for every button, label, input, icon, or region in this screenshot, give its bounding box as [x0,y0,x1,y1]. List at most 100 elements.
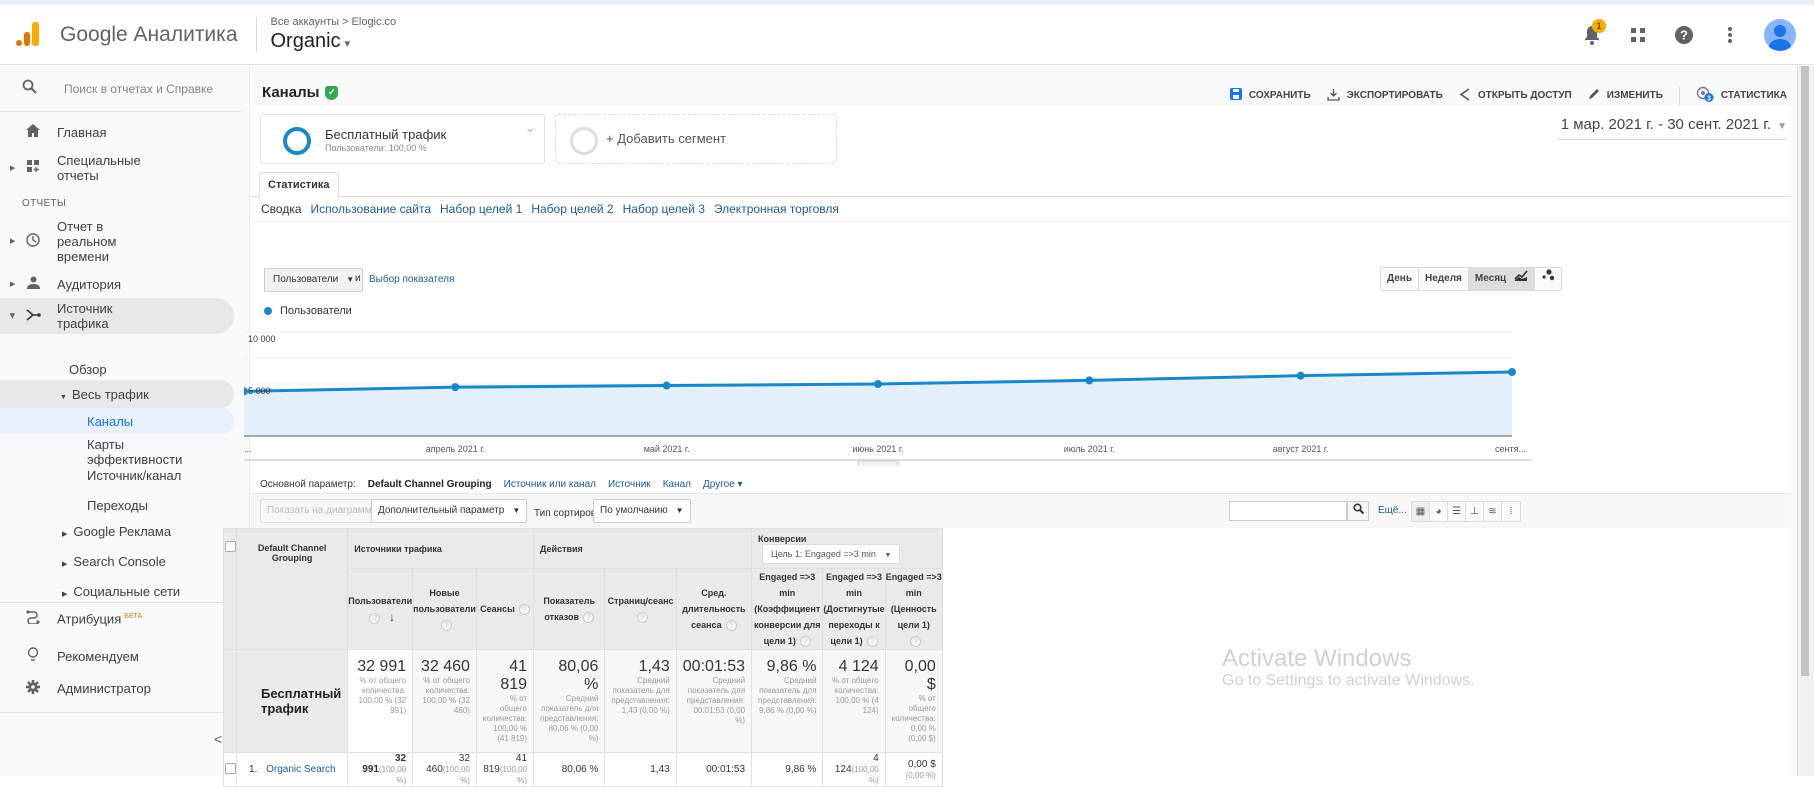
sidebar-item-audience[interactable]: ▶ Аудитория [0,274,240,294]
insights-button[interactable]: 3 СТАТИСТИКА [1696,86,1787,105]
advanced-filter-link[interactable]: Ещё... [1378,505,1407,516]
tab-statistics[interactable]: Статистика [259,172,339,198]
save-button[interactable]: СОХРАНИТЬ [1229,88,1311,103]
term-cloud-icon[interactable]: ≋ [1484,502,1502,521]
scrollbar-thumb[interactable] [1801,66,1809,676]
sidebar-item-attribution[interactable]: Атрибуция БЕТА [0,608,240,628]
motion-chart-icon[interactable] [1535,268,1561,290]
column-header-goal-conversion-rate[interactable]: Engaged =>3 min (Коэффициент конверсии д… [751,568,824,650]
column-header-goal-completions[interactable]: Engaged =>3 min (Достигнутые переходы к … [822,568,886,650]
column-header-pages-per-session[interactable]: Страниц/сеанс? [604,568,677,650]
metric-select[interactable]: Пользователи ▼ [264,268,364,292]
cell-value: 0,00 $ [907,758,936,770]
dimension-medium-link[interactable]: Канал [663,479,691,490]
more-vert-icon[interactable] [1718,23,1742,47]
account-selector[interactable]: Все аккаунты > Elogic.co Organic ▾ [271,16,397,53]
subtab-goal-set-2[interactable]: Набор целей 2 [531,202,613,216]
sidebar-item-home[interactable]: Главная [0,122,240,142]
performance-view-icon[interactable]: ☰ [1448,502,1466,521]
secondary-dimension-select[interactable]: Дополнительный параметр ▼ [371,499,528,523]
notifications-bell-icon[interactable]: 1 [1580,19,1606,47]
subtab-ecommerce[interactable]: Электронная торговля [714,202,839,216]
help-icon[interactable]: ? [725,620,737,631]
sort-type-select[interactable]: По умолчанию ▼ [593,499,691,523]
dimension-source-link[interactable]: Источник [608,479,651,490]
sidebar-item-channels[interactable]: Каналы [87,414,133,429]
pivot-view-icon[interactable]: ⦙ [1502,502,1520,521]
subtab-goal-set-3[interactable]: Набор целей 3 [623,202,705,216]
sidebar-item-admin[interactable]: Администратор [0,678,240,698]
column-label: Engaged =>3 min (Коэффициент конверсии д… [753,572,821,646]
table-view-icon[interactable]: ▦ [1412,502,1430,521]
row-dimension-link[interactable]: Organic Search [266,764,335,775]
comparison-view-icon[interactable]: ⊥ [1466,502,1484,521]
edit-label: ИЗМЕНИТЬ [1606,90,1663,101]
sidebar-item-label: Атрибуция [57,611,122,627]
row-checkbox[interactable] [224,762,236,774]
add-segment-button[interactable]: + Добавить сегмент [555,114,837,164]
goal-select[interactable]: Цель 1: Engaged =>3 min ▼ [762,543,901,564]
sidebar-item-all-traffic[interactable]: ▼ Весь трафик [60,387,149,405]
help-icon[interactable]: ? [866,636,878,647]
sidebar-item-acquisition[interactable]: ▶ Источник трафика [0,300,240,332]
table-search-input[interactable] [1229,501,1347,521]
segment-detail: Пользователи: 100,00 % [325,143,427,153]
help-icon[interactable]: ? [1672,23,1696,47]
column-header-new-users[interactable]: Новые пользователи? [412,568,477,650]
dimension-other-dropdown[interactable]: Другое ▾ [703,479,743,490]
sidebar-item-google-ads[interactable]: ▶ Google Реклама [62,524,171,542]
sidebar-item-realtime[interactable]: ▶ Отчет в реальном времени [0,218,240,264]
column-header-bounce-rate[interactable]: Показатель отказов? [533,568,606,650]
total-cell: 32 991% от общего количества: 100,00 % (… [347,649,414,753]
sidebar-item-referrals[interactable]: Переходы [87,498,148,513]
granularity-day-button[interactable]: День [1381,268,1419,290]
search-input[interactable]: Поиск в отчетах и Справке [64,82,224,96]
pie-view-icon[interactable]: ◕ [1430,502,1448,521]
help-icon[interactable]: ? [583,612,594,623]
table-search-button[interactable] [1347,501,1369,521]
sidebar-item-social[interactable]: ▶ Социальные сети [62,584,180,602]
sidebar-search[interactable]: Поиск в отчетах и Справке [0,66,241,112]
line-chart-icon[interactable] [1508,268,1535,290]
date-range-picker[interactable]: 1 мар. 2021 г. - 30 сент. 2021 г. ▼ [1556,116,1787,140]
help-icon[interactable]: ? [369,612,381,624]
granularity-month-button[interactable]: Месяц [1468,268,1513,290]
help-icon[interactable]: ? [799,636,811,647]
help-icon[interactable]: ? [518,604,530,615]
dimension-source-medium-link[interactable]: Источник или канал [504,479,596,490]
account-breadcrumb[interactable]: Все аккаунты > Elogic.co [271,16,397,28]
total-value: 4 124 [838,658,879,675]
column-header-avg-session-duration[interactable]: Сред. длительность сеанса? [675,568,753,650]
subtab-site-usage[interactable]: Использование сайта [311,202,432,216]
subtab-goal-set-1[interactable]: Набор целей 1 [440,202,522,216]
apps-grid-icon[interactable] [1626,23,1650,47]
column-header-goal-value[interactable]: Engaged =>3 min (Ценность цели 1)? [884,568,943,650]
sidebar-item-source-medium[interactable]: Источник/канал [87,468,181,483]
sidebar-item-custom-reports[interactable]: ▶ Специальные отчеты [0,152,240,184]
property-view-selector[interactable]: Organic ▾ [271,30,397,53]
select-metric-link[interactable]: Выбор показателя [369,274,454,285]
granularity-week-button[interactable]: Неделя [1419,268,1469,290]
column-header-users[interactable]: Пользователи? ↓ [347,568,414,650]
account-avatar[interactable] [1764,19,1796,51]
help-icon[interactable]: ? [910,636,922,647]
help-icon[interactable]: ? [637,612,649,623]
collapse-sidebar-button[interactable]: < [214,732,222,747]
share-button[interactable]: ОТКРЫТЬ ДОСТУП [1459,87,1572,104]
edit-button[interactable]: ИЗМЕНИТЬ [1588,88,1663,103]
column-header-sessions[interactable]: Сеансы? [475,568,535,650]
sidebar-item-treemaps[interactable]: Карты эффективности [87,437,197,467]
dimension-header[interactable]: Default Channel Grouping [235,528,349,650]
help-icon[interactable]: ? [441,620,453,631]
plot-rows-button[interactable]: Показать на диаграмме [260,499,385,523]
page-scrollbar[interactable] [1797,66,1814,776]
chevron-down-icon[interactable]: ⌄ [524,119,536,136]
sidebar-item-search-console[interactable]: ▶ Search Console [62,554,166,572]
sidebar-item-overview[interactable]: Обзор [69,362,107,377]
select-all-checkbox[interactable] [224,541,236,552]
analytics-logo-icon[interactable] [14,21,42,49]
sidebar-item-recommended[interactable]: Рекомендуем [0,646,240,666]
segment-card[interactable]: Бесплатный трафик Пользователи: 100,00 %… [260,114,545,164]
export-button[interactable]: ЭКСПОРТИРОВАТЬ [1327,88,1443,104]
subtab-summary[interactable]: Сводка [261,202,302,216]
